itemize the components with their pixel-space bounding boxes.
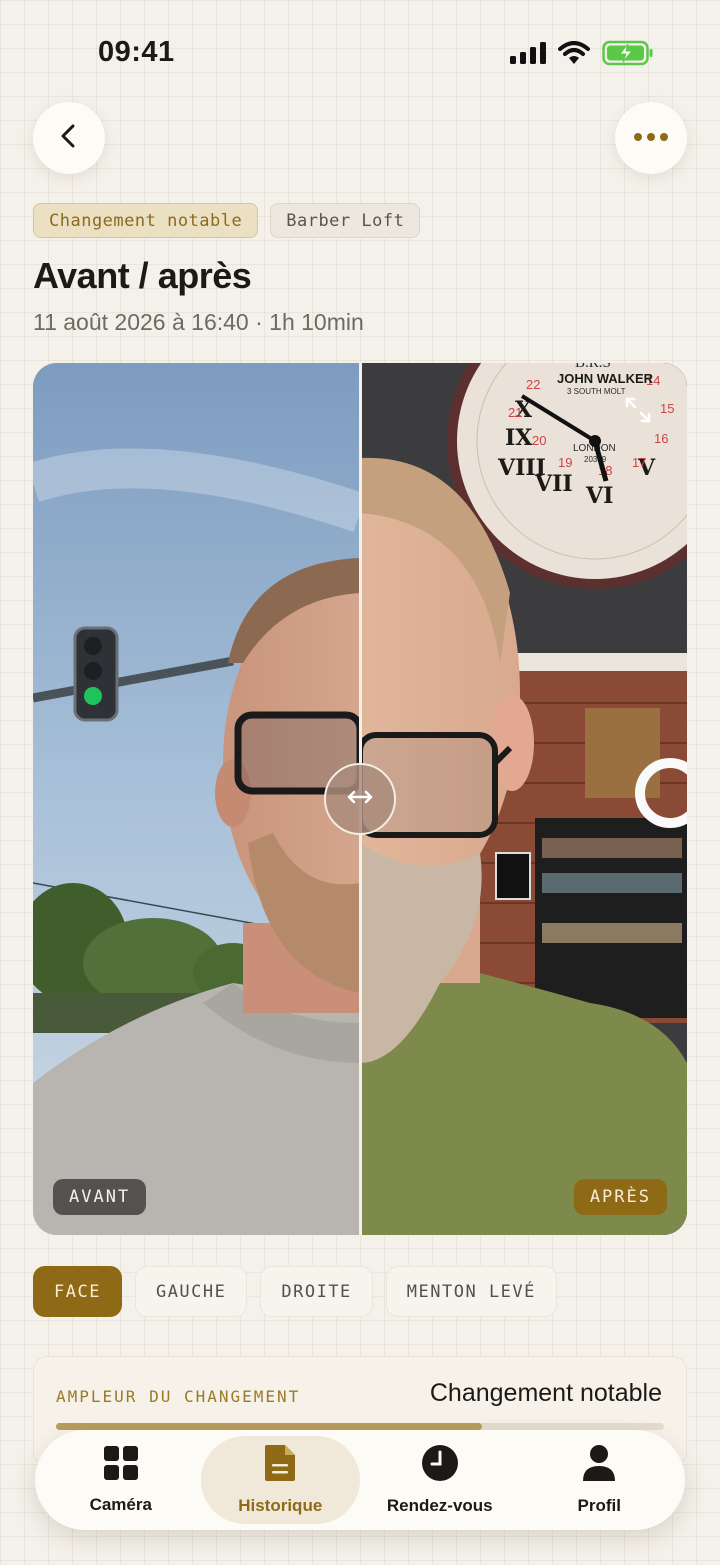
tab-left[interactable]: GAUCHE [134, 1266, 248, 1317]
swap-horizontal-icon [345, 788, 375, 811]
clock-icon [421, 1444, 459, 1487]
before-photo [33, 363, 360, 1235]
svg-text:VI: VI [585, 483, 613, 509]
status-time: 09:41 [98, 36, 175, 68]
page-subtitle: 11 août 2026 à 16:40 · 1h 10min [33, 309, 364, 335]
after-label: APRÈS [573, 1179, 667, 1215]
chevron-left-icon [55, 122, 83, 155]
nav-history-label: Historique [238, 1496, 323, 1515]
tab-chin-up[interactable]: MENTON LEVÉ [385, 1266, 557, 1317]
nav-appointments[interactable]: Rendez-vous [360, 1436, 520, 1524]
person-icon [582, 1444, 616, 1487]
change-magnitude-fill [56, 1423, 482, 1430]
svg-text:19: 19 [558, 455, 572, 470]
angle-tabs: FACE GAUCHE DROITE MENTON LEVÉ [33, 1266, 557, 1317]
svg-text:22: 22 [526, 377, 540, 392]
grid-icon [103, 1445, 139, 1486]
status-bar: 09:41 [0, 0, 720, 100]
document-icon [264, 1444, 296, 1487]
tag-barber[interactable]: Barber Loft [270, 203, 421, 238]
clock-brand: B.R.S [575, 363, 611, 371]
comparison-slider-handle[interactable] [324, 763, 396, 835]
svg-text:21: 21 [508, 405, 522, 420]
svg-text:VII: VII [534, 471, 573, 497]
more-button[interactable] [615, 102, 687, 174]
nav-profile-label: Profil [577, 1496, 621, 1515]
after-photo: XIXVIII VIIVIV 222120 191817 161415 B.R.… [360, 363, 687, 1235]
tag-list: Changement notable Barber Loft [33, 203, 421, 238]
change-magnitude-value: Changement notable [429, 1379, 662, 1407]
tab-face[interactable]: FACE [33, 1266, 122, 1317]
ellipsis-icon [633, 129, 669, 147]
svg-text:17: 17 [632, 455, 646, 470]
tab-right[interactable]: DROITE [260, 1266, 373, 1317]
signal-icon [510, 42, 546, 69]
wifi-icon [558, 41, 590, 70]
before-label: AVANT [53, 1179, 147, 1215]
change-magnitude-label: AMPLEUR DU CHANGEMENT [56, 1387, 301, 1406]
bottom-nav: Caméra Historique Rendez-vous Profil [35, 1430, 685, 1530]
back-button[interactable] [33, 102, 105, 174]
page-title: Avant / après [33, 255, 252, 296]
nav-camera-label: Caméra [89, 1495, 152, 1514]
clock-maker: JOHN WALKER [557, 371, 654, 386]
nav-history[interactable]: Historique [200, 1436, 360, 1524]
svg-text:15: 15 [660, 401, 674, 416]
nav-profile[interactable]: Profil [520, 1436, 680, 1524]
svg-text:20: 20 [532, 433, 546, 448]
change-magnitude-bar [56, 1423, 664, 1430]
nav-appointments-label: Rendez-vous [386, 1496, 493, 1515]
battery-charging-icon [602, 40, 654, 71]
clock-street: 3 SOUTH MOLT [567, 387, 626, 396]
status-icons [510, 40, 654, 71]
svg-text:IX: IX [505, 425, 533, 451]
tag-change-level: Changement notable [33, 203, 259, 238]
before-after-comparison[interactable]: XIXVIII VIIVIV 222120 191817 161415 B.R.… [33, 363, 687, 1235]
nav-camera[interactable]: Caméra [41, 1436, 201, 1524]
expand-icon[interactable] [625, 397, 651, 423]
svg-text:16: 16 [654, 431, 668, 446]
